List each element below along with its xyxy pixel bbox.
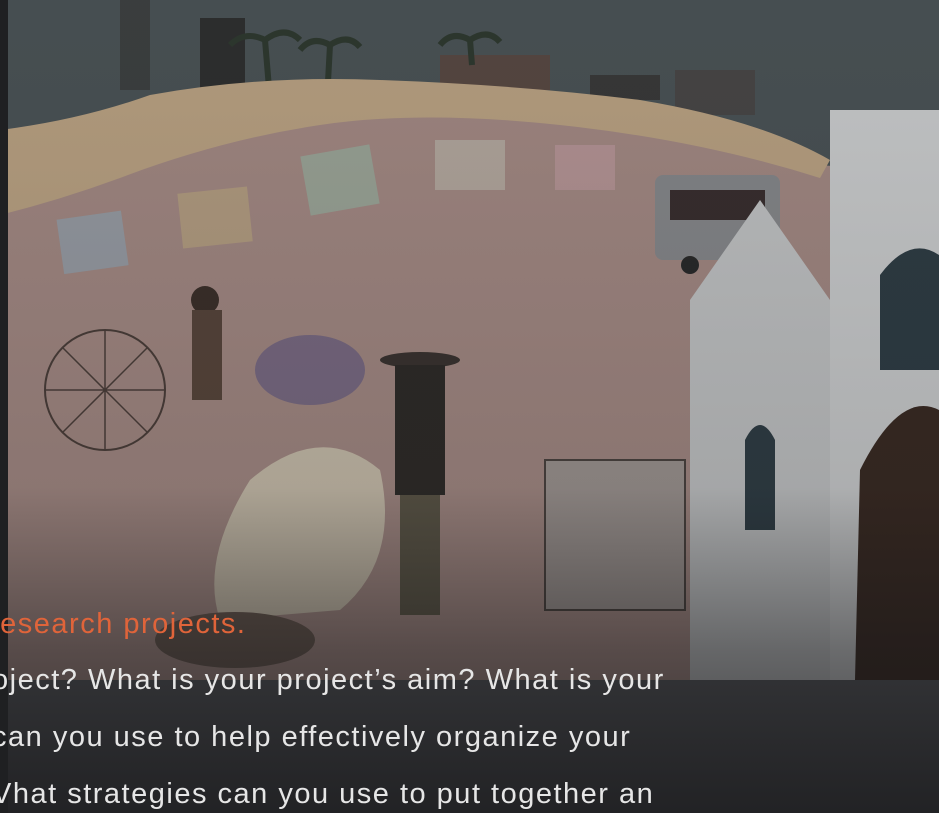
hero-body-line: oject? What is your project’s aim? What … <box>0 664 665 696</box>
hero-heading: research projects. <box>0 608 247 640</box>
hero-section: research projects. oject? What is your p… <box>0 0 939 813</box>
hero-body-line: can you use to help effectively organize… <box>0 721 632 753</box>
hero-body-line: Vhat strategies can you use to put toget… <box>0 778 655 810</box>
